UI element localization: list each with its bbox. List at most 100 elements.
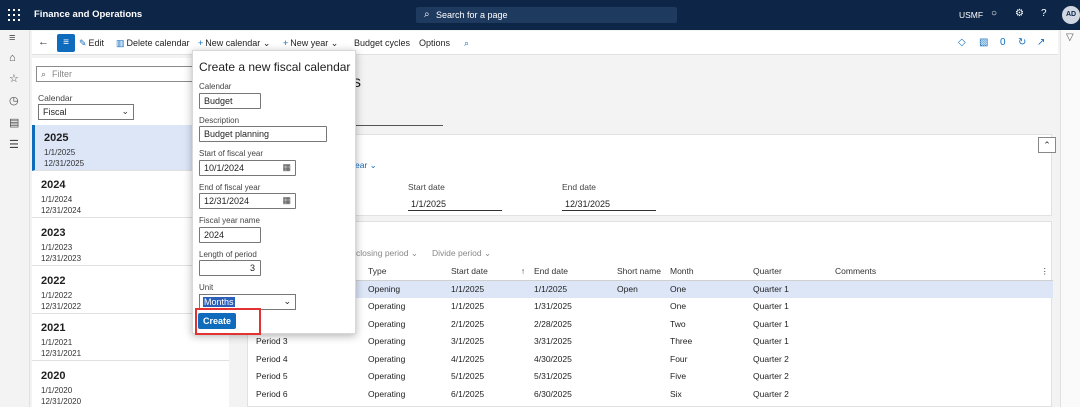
closing-period-button[interactable]: closing period ⌄ xyxy=(356,248,418,259)
table-row[interactable]: Period 4 Operating 4/1/2025 4/30/2025 Fo… xyxy=(256,350,1053,368)
chevron-down-icon: ⌄ xyxy=(369,160,377,170)
app-launcher-icon[interactable] xyxy=(8,9,20,21)
start-date-field[interactable]: 1/1/2025 xyxy=(408,197,502,211)
table-row[interactable]: Period 3 Operating 3/1/2025 3/31/2025 Th… xyxy=(256,333,1053,351)
highlight-box xyxy=(195,308,261,335)
avatar[interactable]: AD xyxy=(1062,6,1080,24)
new-calendar-button[interactable]: + New calendar ⌄ xyxy=(198,38,270,49)
end-date-field[interactable]: 12/31/2025 xyxy=(562,197,656,211)
table-row[interactable]: Period 6 Operating 6/1/2025 6/30/2025 Si… xyxy=(256,385,1053,403)
filter-placeholder: Filter xyxy=(52,69,72,79)
options-button[interactable]: Options xyxy=(419,38,450,48)
column-header-comments[interactable]: Comments ⋮ xyxy=(835,263,1053,281)
create-fiscal-calendar-dialog: Create a new fiscal calendar Calendar Bu… xyxy=(192,50,356,334)
end-fiscal-year-input[interactable]: 12/31/2024 ▦ xyxy=(199,193,296,209)
column-header-start-date[interactable]: Start date ↑ xyxy=(451,263,534,281)
pencil-icon: ✎ xyxy=(79,38,87,48)
calendar-select[interactable]: Fiscal ⌄ xyxy=(38,104,134,120)
divide-period-button[interactable]: Divide period ⌄ xyxy=(432,248,491,259)
popout-icon[interactable]: ↗ xyxy=(1037,37,1045,48)
column-header-type[interactable]: Type xyxy=(368,263,451,281)
calendar-label: Calendar xyxy=(38,93,73,103)
calendar-icon[interactable]: ▦ xyxy=(282,162,291,173)
search-icon: ⌕ xyxy=(424,9,430,20)
list-item[interactable]: 2020 1/1/2020 12/31/2020 xyxy=(32,363,229,407)
workspace-icon[interactable]: ▤ xyxy=(9,116,19,129)
column-header-short-name[interactable]: Short name xyxy=(617,263,670,281)
sort-icon: ↑ xyxy=(520,266,526,277)
action-pane: ← ≡ ✎ Edit ▥ Delete calendar + New calendar… xyxy=(32,31,1058,55)
description-label: Description xyxy=(199,116,240,125)
column-header-quarter[interactable]: Quarter xyxy=(753,263,835,281)
table-header-row: Type Start date ↑ End date Short name Mon… xyxy=(256,263,1053,281)
home-icon[interactable]: ⌂ xyxy=(9,52,16,64)
calendar-icon[interactable]: ▦ xyxy=(282,195,291,206)
top-bar: Finance and Operations ⌕ Search for a pa… xyxy=(0,0,1080,30)
chevron-down-icon: ⌄ xyxy=(121,106,129,116)
end-fiscal-year-label: End of fiscal year xyxy=(199,183,261,192)
bell-icon[interactable]: ○ xyxy=(991,8,997,19)
diamond-icon[interactable]: ◇ xyxy=(958,37,966,48)
unit-label: Unit xyxy=(199,283,214,292)
edit-button[interactable]: ✎ Edit xyxy=(79,38,104,49)
length-of-period-label: Length of period xyxy=(199,250,257,259)
notification-badge[interactable]: 0 xyxy=(1000,37,1006,48)
length-of-period-input[interactable]: 3 xyxy=(199,260,261,276)
chevron-down-icon: ⌄ xyxy=(330,38,339,48)
navigation-rail: ≡ ⌂ ☆ ◷ ▤ ☰ xyxy=(0,30,30,407)
chevron-down-icon: ⌄ xyxy=(283,296,291,306)
dialog-title: Create a new fiscal calendar xyxy=(199,60,351,74)
table-row[interactable]: Operating 1/1/2025 1/31/2025 One Quarter… xyxy=(256,298,1053,316)
chevron-down-icon: ⌄ xyxy=(484,248,492,258)
chevron-down-icon: ⌄ xyxy=(410,248,418,258)
column-header-month[interactable]: Month xyxy=(670,263,753,281)
calendar-label: Calendar xyxy=(199,82,232,91)
table-row[interactable]: Opening 1/1/2025 1/1/2025 Open One Quart… xyxy=(256,280,1053,298)
global-search[interactable]: ⌕ Search for a page xyxy=(416,7,677,23)
delete-calendar-button[interactable]: ▥ Delete calendar xyxy=(116,38,190,49)
year-menu-link[interactable]: ear ⌄ xyxy=(355,160,377,171)
start-date-label: Start date xyxy=(408,182,445,192)
start-fiscal-year-input[interactable]: 10/1/2024 ▦ xyxy=(199,160,296,176)
plus-icon: + xyxy=(283,38,289,48)
table-row[interactable]: Operating 2/1/2025 2/28/2025 Two Quarter… xyxy=(256,315,1053,333)
table-row[interactable]: Period 5 Operating 5/1/2025 5/31/2025 Fi… xyxy=(256,368,1053,386)
tab-underline xyxy=(353,125,443,126)
column-header-end-date[interactable]: End date xyxy=(534,263,617,281)
refresh-icon[interactable]: ↻ xyxy=(1018,37,1026,48)
calendar-input[interactable]: Budget xyxy=(199,93,261,109)
chevron-down-icon: ⌄ xyxy=(262,38,271,48)
budget-cycles-button[interactable]: Budget cycles xyxy=(354,38,410,48)
main-content: s ear ⌄ ⌃ Start date 1/1/2025 End date 1… xyxy=(235,58,1058,407)
trash-icon: ▥ xyxy=(116,38,125,48)
description-input[interactable]: Budget planning xyxy=(199,126,327,142)
periods-grid: Type Start date ↑ End date Short name Mon… xyxy=(256,263,1053,403)
filter-icon[interactable]: ▽ xyxy=(1066,32,1074,43)
periods-card: closing period ⌄ Divide period ⌄ Type St… xyxy=(247,221,1053,407)
office-icon[interactable]: ▧ xyxy=(979,37,988,48)
star-icon[interactable]: ☆ xyxy=(9,72,19,85)
fiscal-year-card: ear ⌄ ⌃ Start date 1/1/2025 End date 12/… xyxy=(247,134,1056,216)
app-title[interactable]: Finance and Operations xyxy=(34,9,142,20)
collapse-button[interactable]: ⌃ xyxy=(1038,137,1056,153)
new-year-button[interactable]: + New year ⌄ xyxy=(283,38,338,49)
search-icon[interactable]: ⌕ xyxy=(464,38,469,49)
gear-icon[interactable]: ⚙ xyxy=(1015,8,1024,19)
back-icon[interactable]: ← xyxy=(38,36,49,48)
right-side-pane: ▽ xyxy=(1060,30,1080,407)
company-picker[interactable]: USMF xyxy=(959,10,983,20)
hamburger-icon[interactable]: ≡ xyxy=(9,32,15,44)
menu-icon[interactable]: ≡ xyxy=(57,34,75,52)
start-fiscal-year-label: Start of fiscal year xyxy=(199,149,264,158)
fiscal-year-name-input[interactable]: 2024 xyxy=(199,227,261,243)
plus-icon: + xyxy=(198,38,204,48)
more-icon[interactable]: ⋮ xyxy=(1041,266,1050,277)
search-icon: ⌕ xyxy=(41,69,47,79)
clock-icon[interactable]: ◷ xyxy=(9,94,19,107)
end-date-label: End date xyxy=(562,182,597,192)
chevron-up-icon: ⌃ xyxy=(1043,140,1051,150)
fiscal-year-name-label: Fiscal year name xyxy=(199,216,260,225)
search-label: Search for a page xyxy=(436,10,508,20)
list-icon[interactable]: ☰ xyxy=(9,138,19,151)
help-icon[interactable]: ? xyxy=(1041,8,1047,19)
